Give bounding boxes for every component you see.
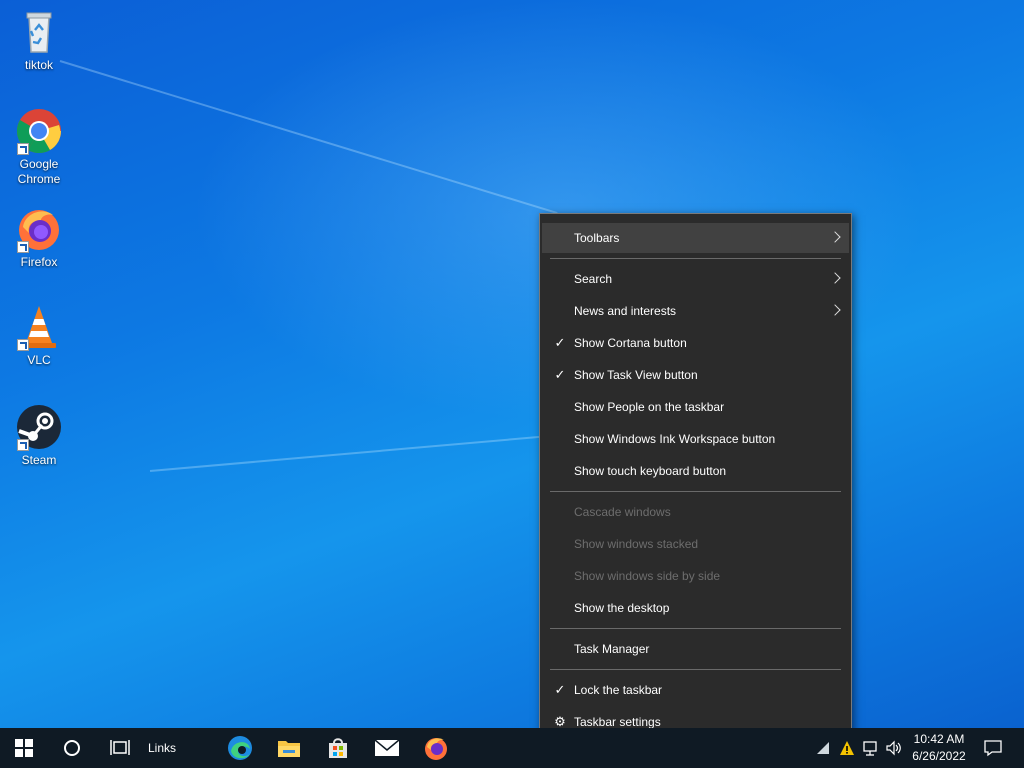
desktop-icon-label: tiktok [24,58,53,72]
clock[interactable]: 10:42 AM 6/26/2022 [906,731,972,765]
mail-icon [374,739,400,756]
links-toolbar[interactable]: Links [148,728,176,768]
taskbar-context-menu: Toolbars Search News and interests ✓ Sho… [539,213,852,747]
cortana-circle-icon [64,740,80,756]
desktop-icon-vlc[interactable]: VLC [1,303,77,368]
checkmark-icon: ✓ [554,682,566,697]
chevron-right-icon [829,304,841,316]
menu-separator [550,491,841,492]
chevron-right-icon [829,231,841,243]
menu-item-label: Search [574,272,613,286]
desktop-icon-google-chrome[interactable]: Google Chrome [1,107,77,187]
desktop-icon-label: Firefox [20,255,58,269]
menu-item-label: Show windows side by side [574,569,721,583]
steam-icon [15,403,63,451]
shortcut-arrow-icon [17,241,29,253]
menu-item-search[interactable]: Search [542,264,849,294]
menu-item-show-the-desktop[interactable]: Show the desktop [542,593,849,623]
menu-item-label: Show the desktop [574,601,670,615]
menu-item-show-windows-side-by-side: Show windows side by side [542,561,849,591]
desktop-icon-steam[interactable]: Steam [1,403,77,468]
edge-icon [228,736,252,760]
menu-item-toolbars[interactable]: Toolbars [542,223,849,253]
menu-item-show-touch-keyboard[interactable]: Show touch keyboard button [542,456,849,486]
cortana-button[interactable] [48,728,96,768]
menu-item-cascade-windows: Cascade windows [542,497,849,527]
menu-item-label: Lock the taskbar [574,683,663,697]
menu-item-show-people[interactable]: Show People on the taskbar [542,392,849,422]
ethernet-icon[interactable] [862,740,878,756]
menu-item-label: Show People on the taskbar [574,400,725,414]
wallpaper-light-beam [59,60,558,214]
desktop-icon-firefox[interactable]: Firefox [1,205,77,270]
menu-item-label: Show Cortana button [574,336,687,350]
menu-item-label: News and interests [574,304,677,318]
microsoft-store-icon [329,738,347,758]
desktop-icon-label: Google Chrome [17,157,61,186]
wallpaper-light-beam [149,433,569,472]
firefox-icon [425,738,447,760]
menu-item-label: Task Manager [574,642,650,656]
menu-item-lock-the-taskbar[interactable]: ✓ Lock the taskbar [542,675,849,705]
taskbar-app-edge[interactable] [216,728,264,768]
desktop-icon-tiktok[interactable]: tiktok [1,8,77,73]
menu-item-label: Toolbars [574,231,620,245]
menu-item-show-windows-stacked: Show windows stacked [542,529,849,559]
volume-icon[interactable] [886,740,902,756]
taskbar-app-file-explorer[interactable] [265,728,313,768]
menu-separator [550,258,841,259]
chrome-icon [15,107,63,155]
shortcut-arrow-icon [17,339,29,351]
task-view-button[interactable] [96,728,144,768]
clock-time: 10:42 AM [913,732,965,746]
clock-date: 6/26/2022 [912,749,966,763]
menu-item-label: Taskbar settings [574,715,661,729]
checkmark-icon: ✓ [554,335,566,350]
start-button[interactable] [0,728,48,768]
warning-icon[interactable] [839,740,855,756]
menu-item-news-and-interests[interactable]: News and interests [542,296,849,326]
taskbar-app-mail[interactable] [363,728,411,768]
taskbar-app-microsoft-store[interactable] [314,728,362,768]
menu-separator [550,669,841,670]
network-status-icon[interactable] [815,740,831,756]
menu-item-label: Show Windows Ink Workspace button [574,432,776,446]
menu-item-show-windows-ink[interactable]: Show Windows Ink Workspace button [542,424,849,454]
desktop[interactable]: tiktok Google Chrome Firefox VLC Steam [0,0,1024,728]
shortcut-arrow-icon [17,143,29,155]
notification-center-icon[interactable] [984,739,1002,757]
menu-item-show-task-view-button[interactable]: ✓ Show Task View button [542,360,849,390]
recycle-bin-icon [15,8,63,56]
vlc-cone-icon [15,303,63,351]
desktop-icon-label: VLC [27,353,51,367]
taskbar-app-firefox[interactable] [412,728,460,768]
firefox-icon [15,205,63,253]
menu-item-label: Cascade windows [574,505,671,519]
windows-logo-icon [15,739,33,757]
task-view-icon [110,740,130,755]
menu-item-label: Show windows stacked [574,537,699,551]
taskbar[interactable]: Links 10:42 AM 6/26/2022 [0,728,1024,768]
desktop-icon-label: Steam [21,453,57,467]
menu-item-label: Show Task View button [574,368,698,382]
checkmark-icon: ✓ [554,367,566,382]
shortcut-arrow-icon [17,439,29,451]
file-explorer-icon [278,741,300,757]
menu-item-show-cortana-button[interactable]: ✓ Show Cortana button [542,328,849,358]
menu-item-task-manager[interactable]: Task Manager [542,634,849,664]
menu-item-label: Show touch keyboard button [574,464,727,478]
chevron-right-icon [829,272,841,284]
menu-separator [550,628,841,629]
